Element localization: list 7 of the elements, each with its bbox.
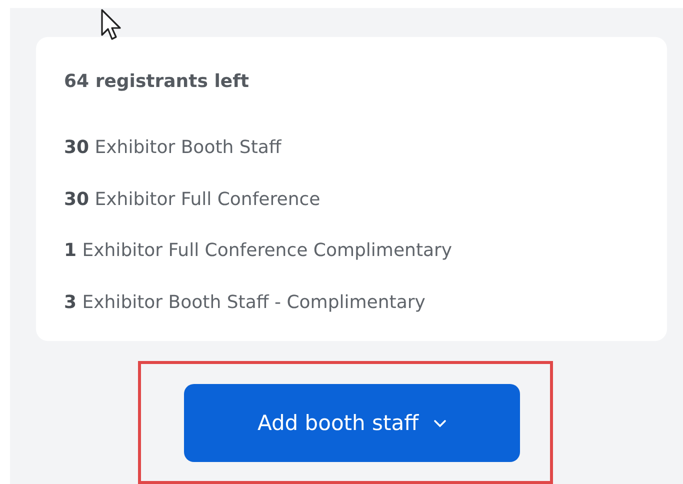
registrants-left-heading: 64 registrants left bbox=[64, 70, 250, 94]
add-booth-staff-button[interactable]: Add booth staff bbox=[184, 384, 520, 462]
ticket-count-line: 30 Exhibitor Full Conference bbox=[64, 188, 322, 212]
ticket-count-line: 1 Exhibitor Full Conference Complimentary bbox=[64, 239, 454, 263]
chevron-down-icon bbox=[432, 418, 447, 428]
ticket-count-line: 30 Exhibitor Booth Staff bbox=[64, 136, 283, 160]
ticket-count-line: 3 Exhibitor Booth Staff - Complimentary bbox=[64, 290, 426, 314]
